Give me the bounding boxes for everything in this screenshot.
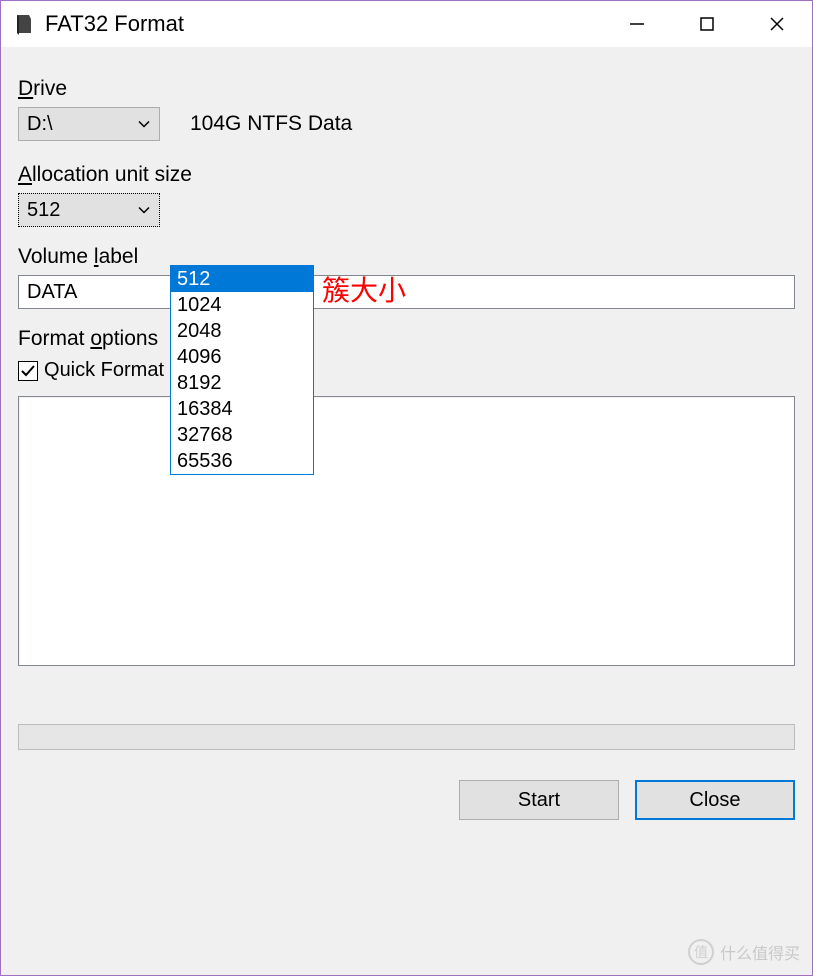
maximize-button[interactable] [672, 1, 742, 47]
volume-section: Volume label DATA [18, 245, 795, 309]
allocation-option[interactable]: 4096 [171, 344, 313, 370]
format-options-label: Format options [18, 327, 795, 351]
watermark-icon: 值 [688, 939, 714, 965]
minimize-icon [628, 15, 646, 33]
allocation-option[interactable]: 65536 [171, 448, 313, 474]
progress-bar [18, 724, 795, 750]
app-window: FAT32 Format Drive D:\ 104G NTFS Data [0, 0, 813, 976]
allocation-option[interactable]: 512 [171, 266, 313, 292]
allocation-combobox[interactable]: 512 [18, 193, 160, 227]
drive-combobox[interactable]: D:\ [18, 107, 160, 141]
allocation-option[interactable]: 16384 [171, 396, 313, 422]
drive-section: Drive D:\ 104G NTFS Data [18, 77, 795, 141]
start-button[interactable]: Start [459, 780, 619, 820]
drive-selected-value: D:\ [27, 113, 53, 136]
allocation-section: Allocation unit size 512 [18, 163, 795, 227]
quick-format-checkbox[interactable] [18, 361, 38, 381]
allocation-selected-value: 512 [27, 199, 60, 222]
window-title: FAT32 Format [45, 11, 602, 37]
allocation-label: Allocation unit size [18, 163, 795, 187]
volume-label-input[interactable]: DATA [18, 275, 795, 309]
app-icon [11, 12, 35, 36]
quick-format-label: Quick Format [44, 359, 164, 382]
drive-info-text: 104G NTFS Data [190, 112, 352, 136]
window-controls [602, 1, 812, 47]
volume-label-value: DATA [27, 281, 77, 304]
button-row: Start Close [18, 780, 795, 820]
chevron-down-icon [137, 199, 151, 222]
allocation-dropdown-list[interactable]: 512 1024 2048 4096 8192 16384 32768 6553… [170, 265, 314, 475]
quick-format-row[interactable]: Quick Format [18, 359, 795, 382]
watermark: 值 什么值得买 [688, 939, 800, 965]
maximize-icon [698, 15, 716, 33]
check-icon [20, 363, 36, 379]
minimize-button[interactable] [602, 1, 672, 47]
titlebar: FAT32 Format [1, 1, 812, 47]
allocation-option[interactable]: 8192 [171, 370, 313, 396]
close-icon [768, 15, 786, 33]
close-window-button[interactable] [742, 1, 812, 47]
client-area: Drive D:\ 104G NTFS Data Allocation unit… [2, 47, 811, 974]
allocation-option[interactable]: 1024 [171, 292, 313, 318]
chevron-down-icon [137, 113, 151, 136]
allocation-option[interactable]: 32768 [171, 422, 313, 448]
format-options-section: Format options Quick Format [18, 327, 795, 382]
volume-label-text: Volume label [18, 245, 795, 269]
drive-label: Drive [18, 77, 795, 101]
close-button[interactable]: Close [635, 780, 795, 820]
allocation-option[interactable]: 2048 [171, 318, 313, 344]
annotation-text: 簇大小 [322, 269, 406, 309]
output-textarea[interactable] [18, 396, 795, 666]
watermark-text: 什么值得买 [720, 940, 800, 964]
